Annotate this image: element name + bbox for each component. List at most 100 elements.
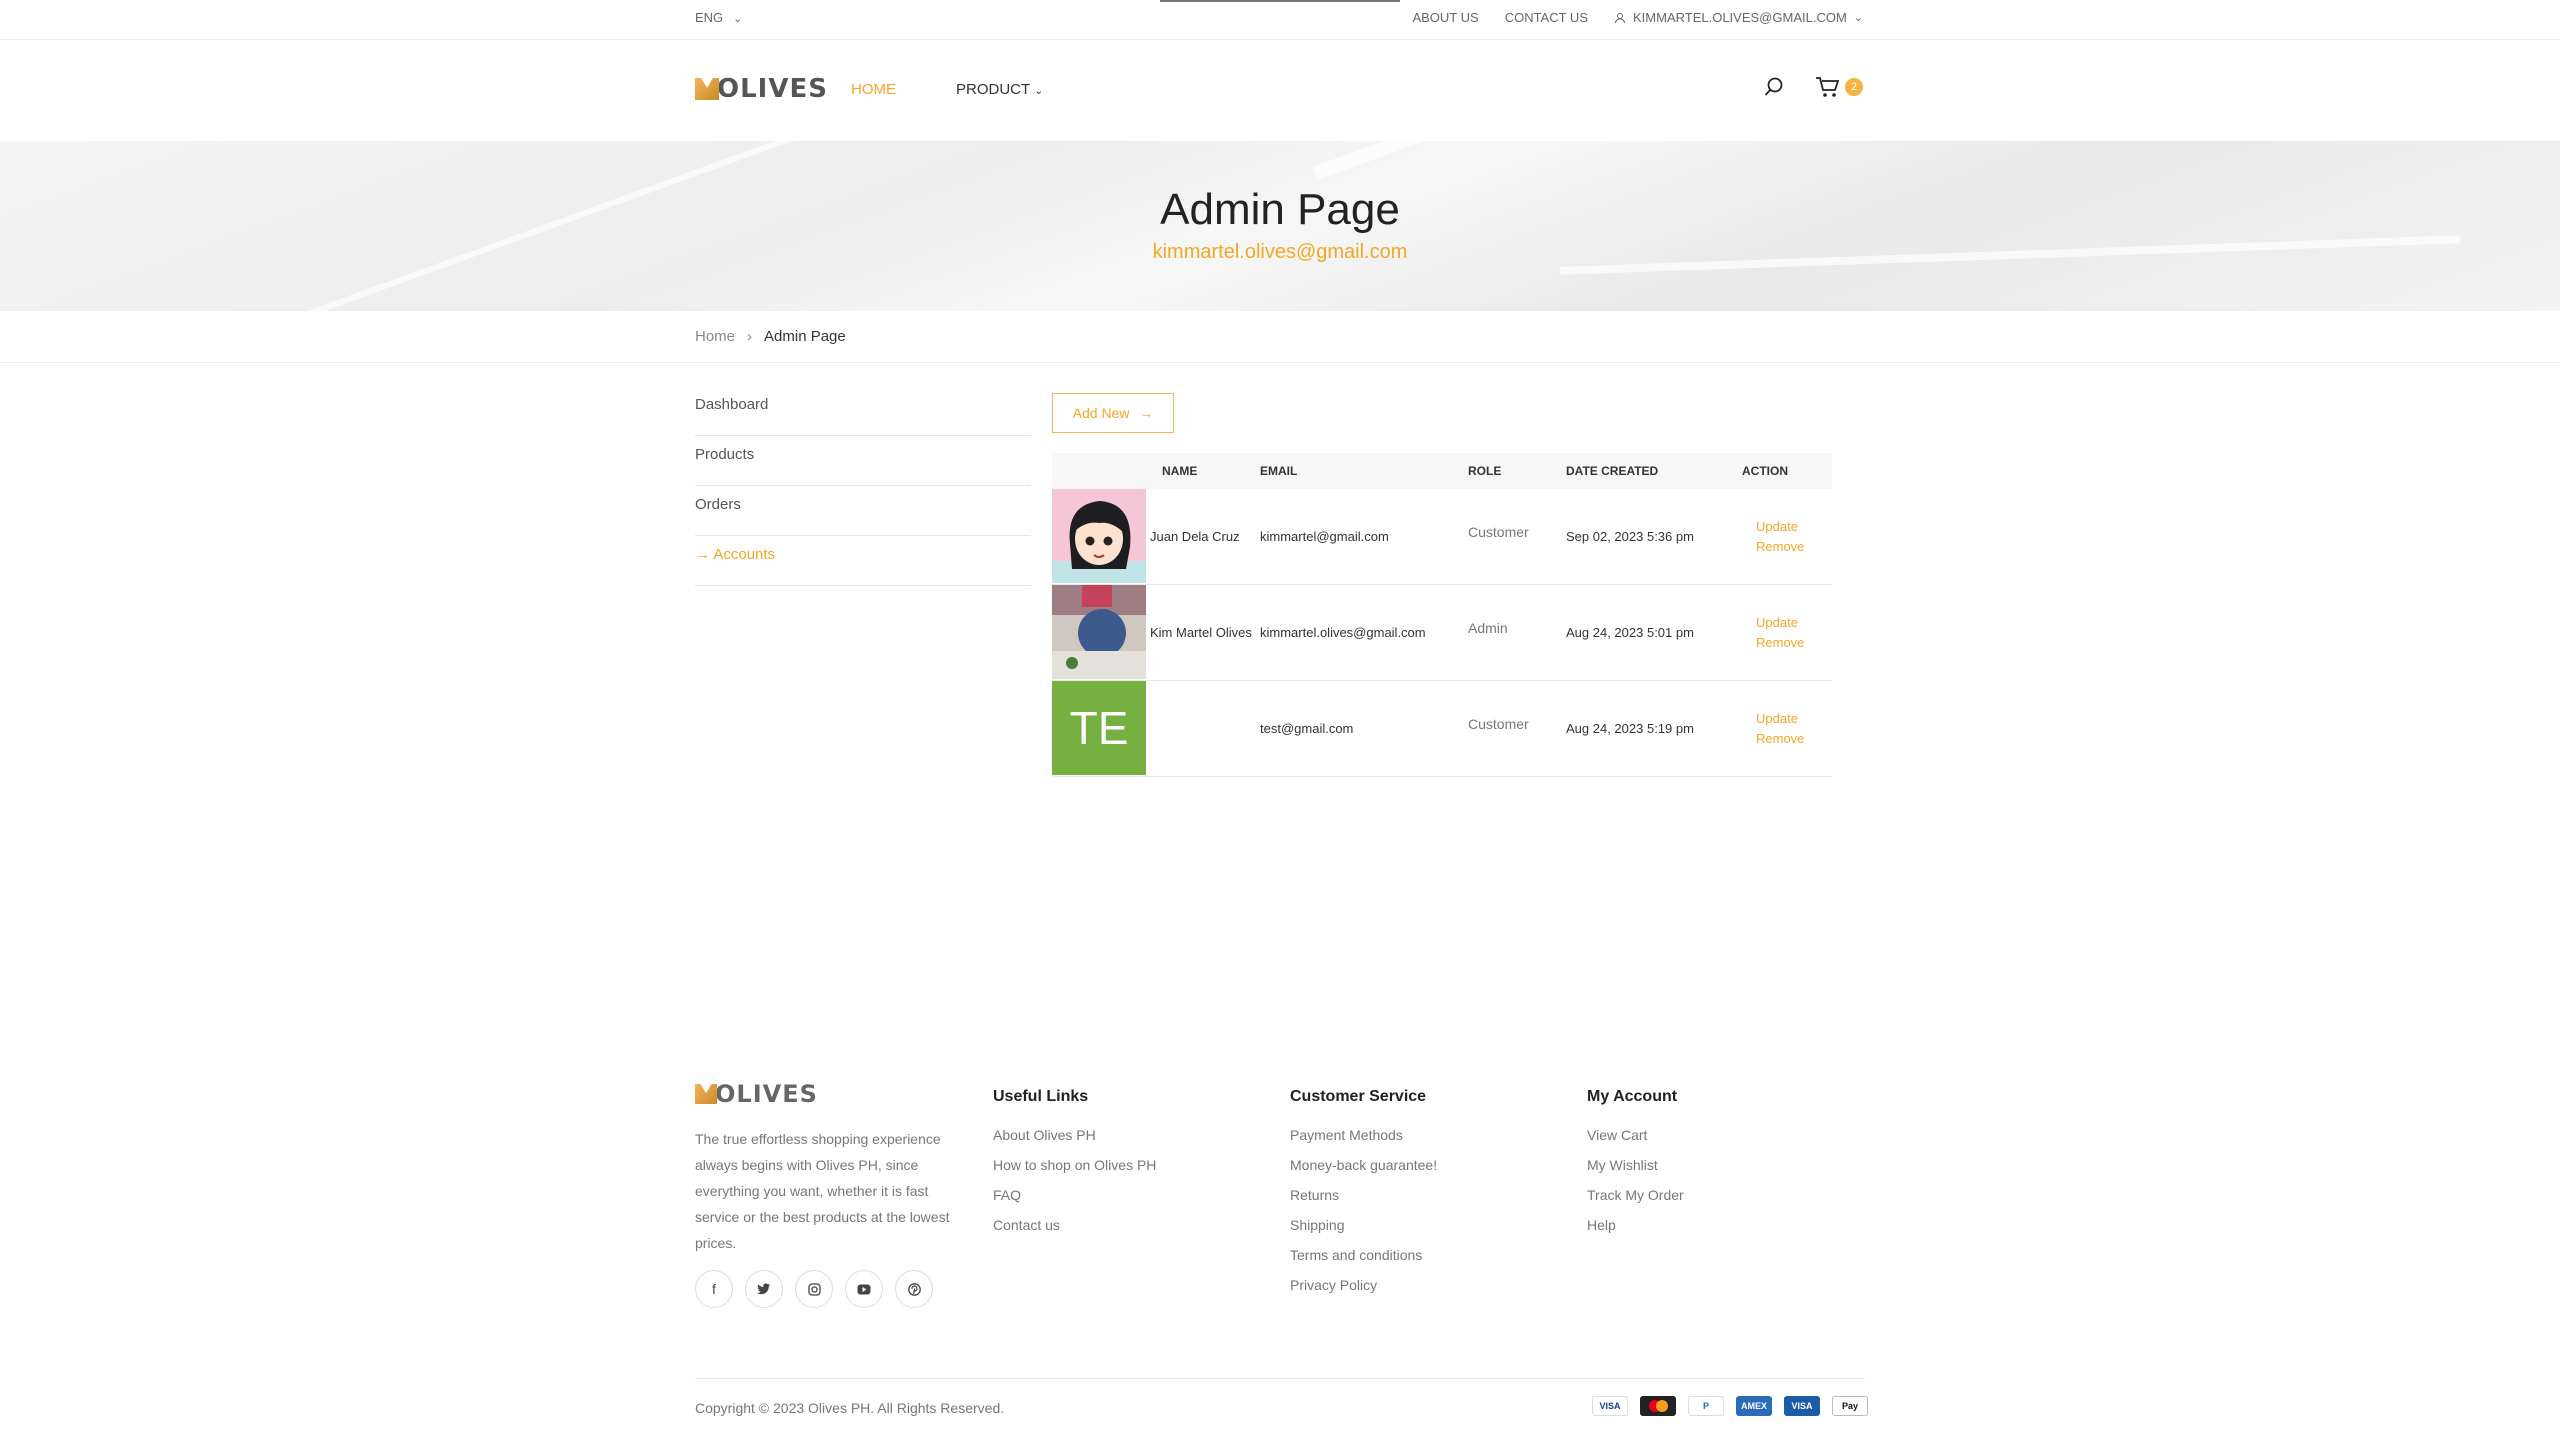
footer-useful-links: Useful Links About Olives PH How to shop… xyxy=(993,1088,1156,1240)
nav-product[interactable]: PRODUCT ⌄ xyxy=(956,81,1043,98)
row-email: kimmartel.olives@gmail.com xyxy=(1260,625,1426,640)
row-name: Juan Dela Cruz xyxy=(1150,529,1240,544)
cart-icon xyxy=(1816,77,1840,97)
footer-link[interactable]: Payment Methods xyxy=(1290,1120,1437,1150)
add-new-button[interactable]: Add New → xyxy=(1052,393,1174,433)
chevron-down-icon: ⌄ xyxy=(1034,85,1044,97)
mastercard-icon xyxy=(1640,1396,1676,1416)
row-role: Admin xyxy=(1468,619,1508,636)
pinterest-icon[interactable] xyxy=(895,1270,933,1308)
twitter-icon[interactable] xyxy=(745,1270,783,1308)
footer-link[interactable]: FAQ xyxy=(993,1180,1156,1210)
update-button[interactable]: Update xyxy=(1756,517,1832,537)
footer-link[interactable]: Shipping xyxy=(1290,1210,1437,1240)
chevron-right-icon: › xyxy=(747,328,753,345)
cart-button[interactable]: 2 xyxy=(1815,75,1863,99)
table-row: Kim Martel Olives kimmartel.olives@gmail… xyxy=(1052,584,1832,681)
main-nav: HOME PRODUCT ⌄ xyxy=(851,81,1043,98)
row-role: Customer xyxy=(1468,715,1529,732)
row-name: Kim Martel Olives xyxy=(1150,625,1252,640)
user-menu[interactable]: KIMMARTEL.OLIVES@GMAIL.COM ⌄ xyxy=(1614,10,1863,25)
breadcrumb-current: Admin Page xyxy=(764,328,846,345)
logo-mark-icon xyxy=(695,78,719,100)
chevron-down-icon: ⌄ xyxy=(733,13,743,25)
row-date: Aug 24, 2023 5:19 pm xyxy=(1566,721,1694,736)
update-button[interactable]: Update xyxy=(1756,613,1832,633)
social-links: f xyxy=(695,1270,933,1308)
search-icon[interactable] xyxy=(1763,76,1785,98)
footer-link[interactable]: How to shop on Olives PH xyxy=(993,1150,1156,1180)
header-name: NAME xyxy=(1162,464,1198,478)
footer-about: The true effortless shopping experience … xyxy=(695,1131,950,1251)
footer-link[interactable]: Help xyxy=(1587,1210,1684,1240)
page-banner: Admin Page kimmartel.olives@gmail.com xyxy=(0,141,2560,311)
payment-methods: VISA P AMEX VISA Pay xyxy=(1592,1396,1868,1416)
logo-text: OLIVES xyxy=(715,1080,818,1108)
avatar-initials: TE xyxy=(1052,680,1146,775)
facebook-icon[interactable]: f xyxy=(695,1270,733,1308)
page-title: Admin Page xyxy=(1160,185,1400,234)
instagram-icon[interactable] xyxy=(795,1270,833,1308)
cart-count-badge: 2 xyxy=(1845,78,1863,96)
logo-mark-icon xyxy=(695,1084,717,1104)
footer-link[interactable]: Money-back guarantee! xyxy=(1290,1150,1437,1180)
breadcrumb-home[interactable]: Home xyxy=(695,328,735,345)
header-action: ACTION xyxy=(1742,464,1788,478)
sidebar-item-orders[interactable]: Orders xyxy=(695,486,1031,536)
footer-col-title: My Account xyxy=(1587,1088,1678,1105)
amex-icon: AMEX xyxy=(1736,1396,1772,1416)
copyright: Copyright © 2023 Olives PH. All Rights R… xyxy=(695,1400,1005,1416)
footer-divider xyxy=(695,1378,1865,1379)
about-us-link[interactable]: ABOUT US xyxy=(1412,10,1478,25)
table-row: TE test@gmail.com Customer Aug 24, 2023 … xyxy=(1052,680,1832,777)
avatar-photo-image xyxy=(1052,584,1146,679)
sidebar-item-dashboard[interactable]: Dashboard xyxy=(695,386,1031,436)
sidebar-item-label: Accounts xyxy=(713,546,776,563)
row-date: Sep 02, 2023 5:36 pm xyxy=(1566,529,1694,544)
language-select[interactable]: ENG ⌄ xyxy=(695,10,742,25)
visa-icon: VISA xyxy=(1784,1396,1820,1416)
remove-button[interactable]: Remove xyxy=(1756,537,1832,557)
header-date: DATE CREATED xyxy=(1566,464,1659,478)
apple-pay-icon: Pay xyxy=(1832,1396,1868,1416)
remove-button[interactable]: Remove xyxy=(1756,729,1832,749)
row-email: test@gmail.com xyxy=(1260,721,1354,736)
header-icons: 2 xyxy=(1763,75,1863,99)
table-header: NAME EMAIL ROLE DATE CREATED ACTION xyxy=(1052,453,1832,489)
youtube-icon[interactable] xyxy=(845,1270,883,1308)
row-email: kimmartel@gmail.com xyxy=(1260,529,1389,544)
scroll-indicator xyxy=(1160,0,1400,2)
contact-us-link[interactable]: CONTACT US xyxy=(1505,10,1588,25)
breadcrumb-bar: Home › Admin Page xyxy=(0,311,2560,363)
footer-my-account: My Account View Cart My Wishlist Track M… xyxy=(1587,1088,1684,1240)
site-logo[interactable]: OLIVES xyxy=(695,74,828,104)
avatar xyxy=(1052,584,1148,681)
header-role: ROLE xyxy=(1468,464,1502,478)
chevron-down-icon: ⌄ xyxy=(1853,12,1863,24)
footer-link[interactable]: View Cart xyxy=(1587,1120,1684,1150)
remove-button[interactable]: Remove xyxy=(1756,633,1832,653)
nav-home[interactable]: HOME xyxy=(851,81,896,98)
footer-link[interactable]: About Olives PH xyxy=(993,1120,1156,1150)
footer-link[interactable]: Terms and conditions xyxy=(1290,1240,1437,1270)
arrow-right-icon: → xyxy=(1139,405,1154,421)
sidebar-item-accounts[interactable]: → Accounts xyxy=(695,536,1031,586)
sidebar-item-products[interactable]: Products xyxy=(695,436,1031,486)
footer-col-title: Customer Service xyxy=(1290,1088,1427,1105)
row-date: Aug 24, 2023 5:01 pm xyxy=(1566,625,1694,640)
main-header: OLIVES HOME PRODUCT ⌄ 2 xyxy=(0,41,2560,141)
footer-link[interactable]: Contact us xyxy=(993,1210,1156,1240)
footer-link[interactable]: Returns xyxy=(1290,1180,1437,1210)
footer-col-title: Useful Links xyxy=(993,1088,1089,1105)
user-email: KIMMARTEL.OLIVES@GMAIL.COM xyxy=(1633,10,1847,25)
footer-link[interactable]: Privacy Policy xyxy=(1290,1270,1437,1300)
footer-link[interactable]: Track My Order xyxy=(1587,1180,1684,1210)
footer-logo[interactable]: OLIVES xyxy=(695,1080,818,1108)
nav-product-label: PRODUCT xyxy=(956,81,1031,98)
update-button[interactable]: Update xyxy=(1756,709,1832,729)
arrow-right-icon: → xyxy=(695,546,710,563)
admin-sidebar: Dashboard Products Orders → Accounts xyxy=(695,386,1031,586)
accounts-table: NAME EMAIL ROLE DATE CREATED ACTION Juan… xyxy=(1052,453,1832,777)
top-bar: ENG ⌄ ABOUT US CONTACT US KIMMARTEL.OLIVE… xyxy=(0,0,2560,40)
footer-link[interactable]: My Wishlist xyxy=(1587,1150,1684,1180)
